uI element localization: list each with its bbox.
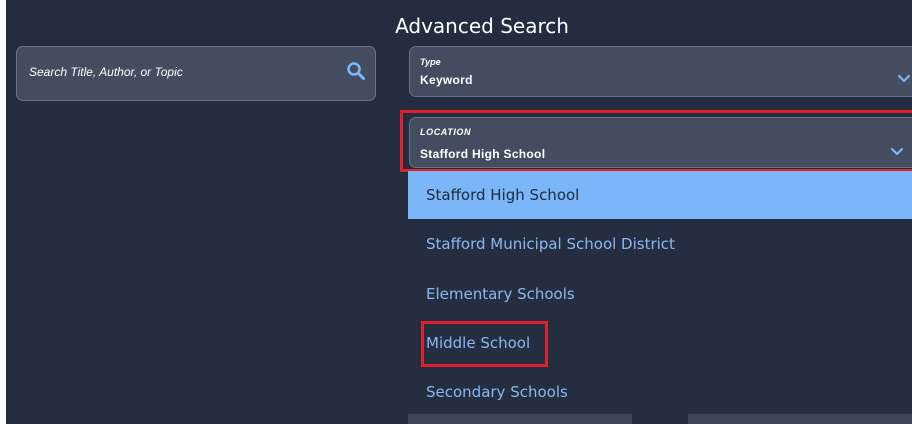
strip-gap [632,414,688,424]
location-select-value: Stafford High School [420,147,546,161]
dropdown-option-middle-school[interactable]: Middle School [408,319,912,367]
dropdown-option-secondary-schools[interactable]: Secondary Schools [408,368,912,416]
location-select-label: LOCATION [420,127,472,137]
type-select[interactable]: Type Keyword [409,46,912,97]
dropdown-bottom-edge [408,414,912,424]
page-title: Advanced Search [395,14,569,38]
advanced-search-panel: Advanced Search Type Keyword LOCATION St… [6,0,912,424]
search-input[interactable] [29,65,329,79]
search-icon[interactable] [346,61,366,81]
dropdown-option-stafford-municipal-school-district[interactable]: Stafford Municipal School District [408,220,912,268]
dropdown-option-stafford-high-school[interactable]: Stafford High School [408,171,912,219]
chevron-down-icon[interactable] [897,74,911,84]
chevron-down-icon[interactable] [890,147,904,157]
type-select-label: Type [420,57,441,67]
dropdown-option-elementary-schools[interactable]: Elementary Schools [408,270,912,318]
search-field[interactable] [16,46,376,101]
location-select[interactable]: LOCATION Stafford High School [409,117,912,168]
type-select-value: Keyword [420,73,473,87]
location-dropdown-list: Stafford High School Stafford Municipal … [408,171,912,424]
